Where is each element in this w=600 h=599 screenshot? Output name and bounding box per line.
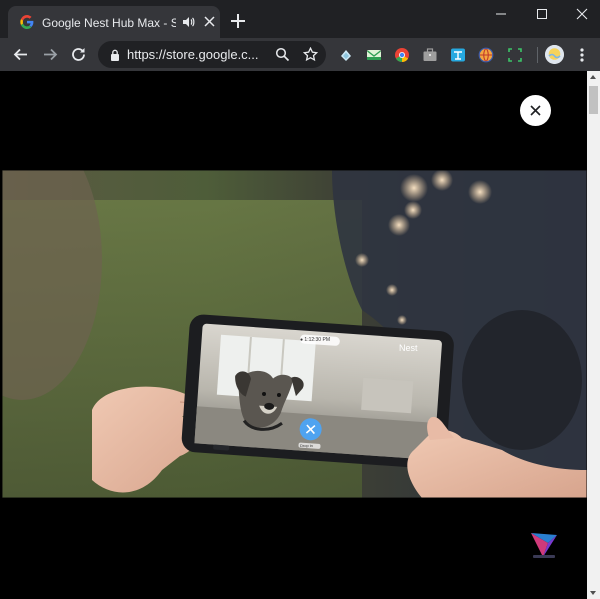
tab-strip: Google Nest Hub Max - Sm xyxy=(0,0,600,38)
video-player[interactable]: Nest ● 1:12:30 PM Drop in xyxy=(2,170,587,498)
profile-avatar[interactable] xyxy=(545,45,564,64)
forward-arrow-icon[interactable] xyxy=(42,46,59,63)
google-g-icon xyxy=(20,15,34,29)
kebab-menu-icon[interactable] xyxy=(578,47,586,63)
scroll-thumb[interactable] xyxy=(589,86,598,114)
scroll-down-arrow-icon[interactable] xyxy=(590,591,596,595)
star-icon[interactable] xyxy=(303,47,318,62)
extension-briefcase-icon[interactable] xyxy=(422,47,438,63)
lock-icon[interactable] xyxy=(110,49,120,61)
extension-screenshot-icon[interactable] xyxy=(507,47,523,63)
url-text[interactable]: https://store.google.c... xyxy=(127,47,275,63)
close-icon[interactable] xyxy=(572,6,592,22)
tab-close-icon[interactable] xyxy=(204,16,215,27)
scroll-up-arrow-icon[interactable] xyxy=(590,75,596,79)
video-frame xyxy=(2,170,587,498)
extension-mail-icon[interactable] xyxy=(366,47,382,63)
toolbar-separator xyxy=(537,47,538,63)
phone-button-caption: Drop in xyxy=(300,443,313,448)
close-x-icon xyxy=(530,105,541,116)
extension-chrome-icon[interactable] xyxy=(394,47,410,63)
phone-brand-label: Nest xyxy=(399,343,418,353)
back-arrow-icon[interactable] xyxy=(12,46,29,63)
profile-avatar-image xyxy=(545,45,564,64)
watermark-logo xyxy=(531,533,557,558)
tab-title: Google Nest Hub Max - Sm xyxy=(42,16,176,30)
new-tab-plus-icon[interactable] xyxy=(229,12,247,30)
page-scrollbar[interactable] xyxy=(587,71,600,599)
reload-icon[interactable] xyxy=(70,46,87,63)
extension-feedly-icon[interactable] xyxy=(338,47,354,63)
extension-translate-icon[interactable] xyxy=(450,47,466,63)
minimize-icon[interactable] xyxy=(491,6,511,22)
page-viewport: Nest ● 1:12:30 PM Drop in xyxy=(0,71,600,599)
maximize-icon[interactable] xyxy=(532,6,552,22)
browser-toolbar: https://store.google.c... xyxy=(0,38,600,71)
extension-globe-icon[interactable] xyxy=(478,47,494,63)
phone-time-chip: ● 1:12:30 PM xyxy=(300,337,330,343)
browser-tab[interactable]: Google Nest Hub Max - Sm xyxy=(8,6,220,38)
speaker-icon[interactable] xyxy=(182,16,195,28)
zoom-icon[interactable] xyxy=(275,47,290,62)
address-bar[interactable]: https://store.google.c... xyxy=(98,41,326,68)
video-close-button[interactable] xyxy=(520,95,551,126)
